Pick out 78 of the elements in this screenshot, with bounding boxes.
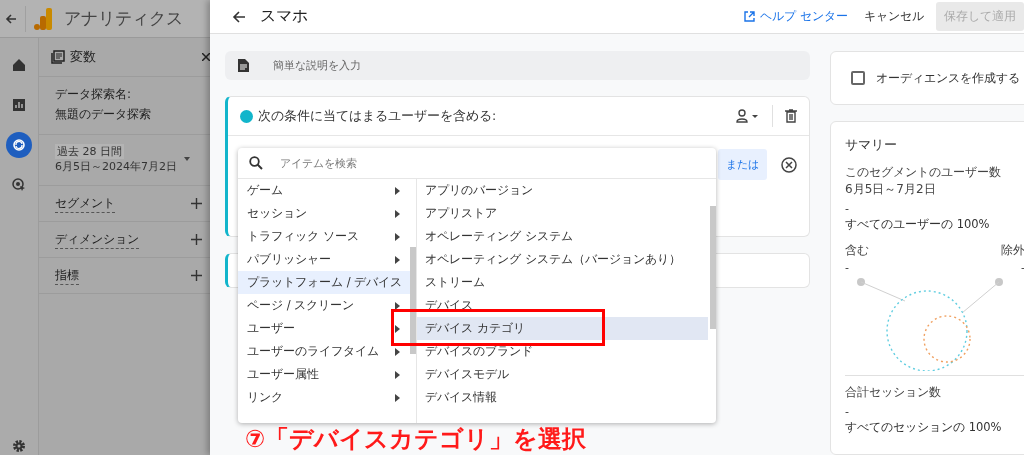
back-arrow-icon[interactable] — [5, 12, 17, 25]
dimension-item[interactable]: オペレーティング システム（バージョンあり） — [417, 248, 708, 271]
category-item[interactable]: パブリッシャー — [238, 248, 410, 271]
category-item[interactable]: トラフィック ソース — [238, 225, 410, 248]
date-range: 6月5日～7月2日 — [845, 181, 937, 198]
help-link-text[interactable]: ヘルプ センター — [760, 8, 848, 25]
add-icon[interactable] — [191, 234, 202, 245]
submenu-arrow-icon — [395, 301, 400, 310]
dimension-item[interactable]: デバイス カテゴリ — [417, 317, 708, 340]
dimension-item[interactable]: デバイス情報 — [417, 386, 708, 409]
metric-value: - — [845, 202, 850, 215]
category-item[interactable]: プラットフォーム / デバイス — [238, 271, 410, 294]
help-link[interactable]: ヘルプ センター — [744, 8, 848, 25]
description-input[interactable]: 簡単な説明を入力 — [271, 58, 575, 73]
segment-title: スマホ — [260, 6, 308, 27]
status-dot — [240, 109, 253, 123]
delete-icon[interactable] — [785, 109, 797, 123]
dimension-item[interactable]: アプリストア — [417, 202, 708, 225]
add-icon[interactable] — [191, 270, 202, 281]
exploration-name[interactable]: 無題のデータ探索 — [55, 106, 194, 123]
category-item[interactable]: ユーザーのライフタイム — [238, 340, 410, 363]
submenu-arrow-icon — [395, 186, 400, 195]
condition-title: 次の条件に当てはまるユーザーを含める: — [258, 107, 497, 125]
submenu-arrow-icon — [395, 324, 400, 333]
add-icon[interactable] — [191, 198, 202, 209]
category-item[interactable]: ページ / スクリーン — [238, 294, 410, 317]
field-label: データ探索名: — [55, 86, 133, 103]
dimension-item[interactable]: デバイスモデル — [417, 363, 708, 386]
explore-icon[interactable] — [6, 132, 32, 158]
list-icon — [51, 50, 65, 64]
cancel-button[interactable]: キャンセル — [858, 4, 930, 29]
submenu-arrow-icon — [395, 232, 400, 241]
metric-value: - — [845, 405, 850, 418]
metric-share: すべてのセッションの 100% — [845, 420, 1003, 435]
metric-label: このセグメントのユーザー数 — [845, 164, 1002, 181]
category-item[interactable]: リンク — [238, 386, 410, 409]
exclude-value: - — [1021, 261, 1024, 274]
section-label: セグメント — [55, 194, 115, 213]
submenu-arrow-icon — [395, 209, 400, 218]
category-item[interactable]: セッション — [238, 202, 410, 225]
app-title: アナリティクス — [64, 7, 183, 30]
category-item[interactable]: ユーザー属性 — [238, 363, 410, 386]
dimension-item[interactable]: ストリーム — [417, 271, 708, 294]
exclude-label: 除外 — [1001, 242, 1024, 259]
submenu-arrow-icon — [395, 347, 400, 356]
dimension-item[interactable]: アプリのバージョン — [417, 179, 708, 202]
settings-icon[interactable] — [12, 439, 26, 453]
category-item[interactable]: ゲーム — [238, 179, 410, 202]
metric-share: すべてのユーザーの 100% — [845, 217, 991, 232]
dimension-item[interactable]: オペレーティング システム — [417, 225, 708, 248]
date-badge: 過去 28 日間 — [55, 144, 124, 159]
remove-icon[interactable] — [781, 156, 797, 173]
summary-title: サマリー — [845, 136, 898, 154]
person-dropdown-icon[interactable] — [736, 109, 760, 123]
or-button[interactable]: または — [718, 149, 767, 180]
logo-icon — [34, 7, 52, 30]
close-icon[interactable] — [202, 53, 210, 61]
submenu-arrow-icon — [395, 393, 400, 402]
checkbox[interactable] — [851, 71, 865, 85]
submenu-arrow-icon — [395, 255, 400, 264]
submenu-arrow-icon — [395, 370, 400, 379]
annotation-text: ⑦「デバイスカテゴリ」を選択 — [245, 426, 587, 453]
scrollbar-thumb[interactable] — [410, 247, 416, 354]
search-icon — [249, 156, 263, 170]
scrollbar-thumb[interactable] — [710, 206, 716, 329]
date-range: 6月5日～2024年7月2日 — [55, 159, 177, 174]
panel-title: 変数 — [70, 48, 96, 66]
category-item[interactable]: ユーザー — [238, 317, 410, 340]
back-arrow-icon[interactable] — [232, 9, 246, 24]
external-link-icon — [744, 11, 756, 22]
include-value: - — [845, 261, 849, 274]
metric-label: 合計セッション数 — [845, 384, 942, 401]
description-field[interactable]: 簡単な説明を入力 — [225, 51, 810, 80]
include-label: 含む — [845, 242, 869, 259]
section-label: 指標 — [55, 266, 79, 285]
dropdown-caret-icon[interactable] — [184, 157, 190, 161]
section-label: ディメンション — [55, 230, 139, 249]
document-icon — [238, 59, 249, 72]
